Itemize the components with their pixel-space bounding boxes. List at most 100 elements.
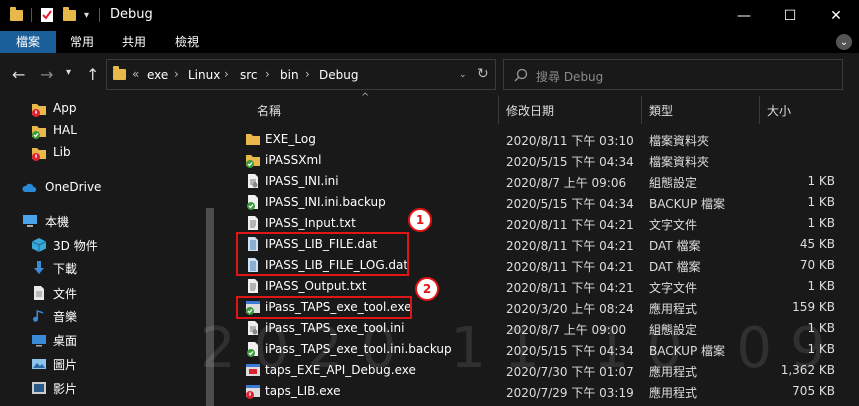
close-icon[interactable]: ✕ (813, 0, 859, 31)
file-row[interactable]: taps_LIB.exe 2020/7/29 下午 03:19 應用程式 705 KB (216, 381, 859, 402)
file-type: 應用程式 (649, 302, 698, 316)
breadcrumb-linux[interactable]: Linux (188, 68, 220, 82)
file-modified-date: 2020/5/15 下午 04:34 (506, 155, 634, 169)
column-header-size[interactable]: 大小 (767, 102, 791, 119)
tab-file[interactable]: 檔案 (0, 31, 56, 53)
ini-file-icon (245, 173, 261, 190)
text-file-icon (245, 215, 261, 232)
file-modified-date: 2020/5/15 下午 04:34 (506, 197, 634, 211)
desktop-icon (32, 335, 46, 347)
breadcrumb-exe[interactable]: exe (147, 68, 168, 82)
file-modified-date: 2020/8/11 下午 04:21 (506, 260, 634, 274)
search-box[interactable]: 搜尋 Debug (503, 59, 843, 90)
file-name: EXE_Log (265, 132, 316, 146)
recent-locations-icon[interactable]: ▾ (66, 67, 71, 78)
customize-toolbar-icon[interactable]: ▾ (84, 7, 89, 23)
watermark: 2020 11 10 09 (200, 316, 844, 381)
folder-icon (10, 6, 23, 23)
file-type: DAT 檔案 (649, 260, 701, 274)
file-type: 檔案資料夾 (649, 134, 710, 148)
up-arrow-icon[interactable]: ↑ (86, 65, 99, 84)
ribbon-tabs: 檔案 常用 共用 檢視 ⌄ (0, 31, 859, 53)
new-folder-icon[interactable] (63, 6, 76, 23)
search-icon (514, 68, 528, 82)
address-overflow[interactable]: « (132, 67, 139, 81)
column-header-type[interactable]: 類型 (649, 102, 673, 119)
file-size: 159 KB (792, 300, 835, 314)
search-placeholder: 搜尋 Debug (536, 70, 604, 84)
properties-icon[interactable] (40, 7, 54, 23)
tab-view[interactable]: 檢視 (163, 31, 211, 53)
back-arrow-icon[interactable]: ← (12, 65, 25, 84)
file-row[interactable]: IPASS_INI.ini.backup 2020/5/15 下午 04:34 BA… (216, 192, 859, 213)
sidebar-item-pictures[interactable]: 圖片 (0, 353, 200, 375)
file-type: 文字文件 (649, 281, 698, 295)
minimize-icon[interactable]: — (721, 0, 767, 31)
file-modified-date: 2020/8/11 下午 04:21 (506, 218, 634, 232)
chevron-right-icon[interactable]: › (174, 67, 179, 81)
sidebar-item-documents[interactable]: 文件 (0, 282, 200, 304)
music-icon (33, 310, 43, 322)
folder-sync-icon (245, 152, 261, 169)
chevron-right-icon[interactable]: › (305, 67, 310, 81)
column-divider[interactable] (498, 96, 499, 124)
chevron-right-icon[interactable]: › (224, 67, 229, 81)
download-icon (34, 261, 44, 274)
sidebar-item-music[interactable]: 音樂 (0, 305, 200, 327)
cloud-icon (22, 183, 37, 192)
picture-icon (32, 359, 46, 369)
file-modified-date: 2020/7/29 下午 03:19 (506, 386, 634, 400)
refresh-icon[interactable]: ↻ (477, 66, 489, 82)
window-title: Debug (110, 7, 153, 22)
divider (99, 8, 100, 22)
address-dropdown-icon[interactable]: ⌄ (459, 70, 467, 80)
file-row[interactable]: IPASS_INI.ini 2020/8/7 上午 09:06 組態設定 1 KB (216, 171, 859, 192)
file-row[interactable]: iPASSXml 2020/5/15 下午 04:34 檔案資料夾 (216, 150, 859, 171)
sidebar-item-lib[interactable]: Lib (0, 142, 200, 164)
sidebar-item-this-pc[interactable]: 本機 (0, 210, 200, 232)
sidebar-item-hal[interactable]: HAL (0, 120, 200, 142)
sidebar-item-videos[interactable]: 影片 (0, 377, 200, 399)
file-type: 組態設定 (649, 176, 698, 190)
expand-ribbon-icon[interactable]: ⌄ (836, 34, 852, 50)
file-size: 1 KB (807, 195, 835, 209)
folder-icon (245, 131, 261, 148)
breadcrumb-src[interactable]: src (240, 68, 258, 82)
forward-arrow-icon[interactable]: → (40, 65, 53, 84)
chevron-right-icon[interactable]: › (265, 67, 270, 81)
video-icon (32, 382, 46, 394)
file-type: BACKUP 檔案 (649, 197, 725, 211)
navigation-pane: App HAL Lib OneDrive 本機 3D 物件 下載 文件 音樂 桌… (0, 96, 216, 406)
breadcrumb-debug[interactable]: Debug (319, 68, 358, 82)
address-bar[interactable]: « exe › Linux › src › bin › Debug ⌄ ↻ (106, 59, 496, 90)
file-row[interactable]: EXE_Log 2020/8/11 下午 03:10 檔案資料夾 (216, 129, 859, 150)
document-icon (34, 286, 44, 300)
folder-error-icon (32, 104, 46, 117)
annotation-badge: 1 (408, 208, 432, 232)
file-modified-date: 2020/8/11 下午 03:10 (506, 134, 634, 148)
folder-error-icon (32, 148, 46, 161)
breadcrumb-bin[interactable]: bin (280, 68, 299, 82)
maximize-icon[interactable]: ☐ (767, 0, 813, 31)
column-header-name[interactable]: 名稱 (257, 102, 281, 119)
sidebar-item-desktop[interactable]: 桌面 (0, 329, 200, 351)
file-type: DAT 檔案 (649, 239, 701, 253)
file-row[interactable]: IPASS_Input.txt 2020/8/11 下午 04:21 文字文件 1 K… (216, 213, 859, 234)
sidebar-item-onedrive[interactable]: OneDrive (0, 177, 200, 199)
column-header-date[interactable]: 修改日期 (506, 102, 554, 119)
column-divider[interactable] (641, 96, 642, 124)
cube-icon (31, 238, 47, 252)
file-size: 45 KB (799, 237, 835, 251)
column-divider[interactable] (759, 96, 760, 124)
file-modified-date: 2020/8/7 上午 09:06 (506, 176, 627, 190)
file-name: iPASSXml (265, 153, 322, 167)
file-row[interactable]: IPASS_Output.txt 2020/8/11 下午 04:21 文字文件 1 … (216, 276, 859, 297)
file-modified-date: 2020/8/11 下午 04:21 (506, 239, 634, 253)
sidebar-item-3d-objects[interactable]: 3D 物件 (0, 234, 200, 256)
sidebar-item-app[interactable]: App (0, 98, 200, 120)
tab-home[interactable]: 常用 (58, 31, 106, 53)
tab-share[interactable]: 共用 (110, 31, 158, 53)
file-type: 文字文件 (649, 218, 698, 232)
sidebar-item-downloads[interactable]: 下載 (0, 257, 200, 279)
exe-error-icon (245, 383, 261, 400)
